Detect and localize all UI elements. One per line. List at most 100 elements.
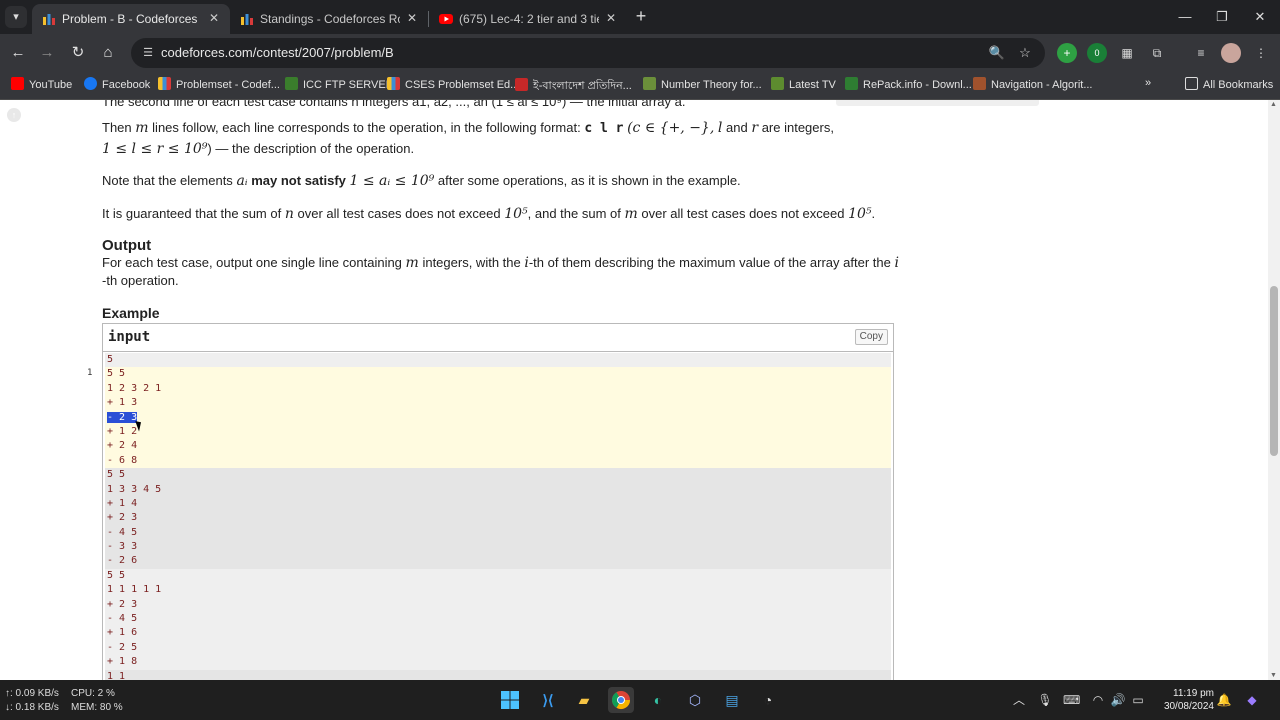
vscode-icon[interactable]: ⟩⟨ <box>535 687 561 713</box>
bookmark-icc-ftp[interactable]: ICC FTP SERVER <box>285 77 394 95</box>
copy-button[interactable]: Copy <box>854 329 888 345</box>
keyboard-icon[interactable]: ⌨ <box>1063 692 1080 708</box>
input-line[interactable]: 1 1 1 1 1 <box>105 583 891 598</box>
url-text[interactable]: codeforces.com/contest/2007/problem/B <box>161 45 394 60</box>
bookmark-cses[interactable]: CSES Problemset Ed... <box>387 77 519 95</box>
input-line[interactable]: - 6 8 <box>105 453 891 469</box>
codeforces-icon <box>241 14 253 25</box>
profile-avatar[interactable] <box>1221 43 1241 63</box>
input-line[interactable]: - 3 3 <box>105 540 891 555</box>
restore-icon[interactable]: ❐ <box>1213 8 1231 26</box>
input-line-selected[interactable]: - 2 3 <box>105 410 891 425</box>
input-line[interactable]: + 2 3 <box>105 511 891 526</box>
example-input-lines[interactable]: 5 5 5 1 2 3 2 1 + 1 3 - 2 3 + 1 2 + 2 4 … <box>105 353 891 680</box>
windows-start-icon[interactable] <box>497 687 523 713</box>
microphone-icon[interactable]: 🎙 <box>1037 692 1053 708</box>
system-clock[interactable]: 11:19 pm 30/08/2024 <box>1158 687 1214 713</box>
input-line[interactable]: + 1 4 <box>105 496 891 512</box>
scroll-up-arrow-icon[interactable]: ▲ <box>1270 101 1277 108</box>
bookmark-latest-tv[interactable]: Latest TV <box>771 77 836 95</box>
memory-usage: MEM: 80 % <box>71 702 123 713</box>
tv-icon <box>771 77 784 90</box>
net-upload-speed: ↑: 0.09 KB/s <box>5 688 59 699</box>
cpu-usage: CPU: 2 % <box>71 688 115 699</box>
bookmark-youtube[interactable]: YouTube <box>11 77 72 95</box>
clock-date: 30/08/2024 <box>1163 701 1214 712</box>
tab-standings[interactable]: Standings - Codeforces Round ✕ <box>230 4 428 34</box>
input-line[interactable]: 5 <box>105 353 891 368</box>
bookmark-number-theory[interactable]: Number Theory for... <box>643 77 762 95</box>
input-line[interactable]: - 4 5 <box>105 612 891 627</box>
codeforces-icon <box>43 14 55 25</box>
selected-text[interactable]: - 2 3 <box>107 411 138 423</box>
app-cube-icon[interactable]: ⬡ <box>682 687 708 713</box>
page-scrollbar[interactable]: ▲ ▼ <box>1268 100 1280 680</box>
back-icon[interactable]: ← <box>8 43 28 63</box>
chrome-menu-icon[interactable]: ⋮ <box>1251 43 1271 63</box>
test-case-index: 1 <box>87 368 93 378</box>
scrollbar-thumb[interactable] <box>1270 286 1278 456</box>
edge-icon[interactable]: ◐ <box>645 687 671 713</box>
tab-title: Standings - Codeforces Round <box>260 12 400 26</box>
close-window-icon[interactable]: ✕ <box>1251 8 1269 26</box>
copilot-icon[interactable]: ◆ <box>1244 692 1260 708</box>
input-line[interactable]: 5 5 <box>105 568 891 584</box>
new-tab-button[interactable]: + <box>631 7 651 27</box>
output-description: For each test case, output one single li… <box>102 255 899 288</box>
bookmark-facebook[interactable]: Facebook <box>84 77 150 95</box>
minimize-icon[interactable]: — <box>1176 8 1194 26</box>
show-hidden-icons-chevron-icon[interactable]: ︿ <box>1011 692 1027 708</box>
file-explorer-icon[interactable]: ▰ <box>571 687 597 713</box>
input-line[interactable]: + 2 4 <box>105 439 891 454</box>
input-line[interactable]: - 2 6 <box>105 554 891 569</box>
calculator-extension-icon[interactable]: ▦ <box>1117 43 1137 63</box>
input-line[interactable]: 1 2 3 2 1 <box>105 381 891 397</box>
input-line[interactable]: 5 5 <box>105 367 891 382</box>
home-icon[interactable]: ⌂ <box>98 43 118 63</box>
extensions-puzzle-icon[interactable]: ⧉ <box>1147 43 1167 63</box>
more-bookmarks-chevron-icon[interactable]: » <box>1145 77 1151 95</box>
input-line[interactable]: 1 1 <box>105 669 891 680</box>
zoom-icon[interactable]: 🔍 <box>988 44 1006 62</box>
bookmark-navigation[interactable]: Navigation - Algorit... <box>973 77 1093 95</box>
clock-time: 11:19 pm <box>1173 688 1214 699</box>
github-desktop-icon[interactable]: ◔ <box>755 687 781 713</box>
reload-icon[interactable]: ↻ <box>68 43 88 63</box>
notepad-icon[interactable]: ▤ <box>719 687 745 713</box>
scroll-to-top-icon[interactable]: ↑ <box>7 108 21 122</box>
chrome-icon[interactable] <box>608 687 634 713</box>
bookmark-e-bangladesh[interactable]: ই-বাংলাদেশ প্রতিদিন... <box>515 77 632 95</box>
notification-bell-icon[interactable]: 🔔 <box>1216 692 1232 708</box>
bookmark-repack[interactable]: RePack.info - Downl... <box>845 77 972 95</box>
input-line[interactable]: + 1 8 <box>105 655 891 670</box>
bookmark-star-icon[interactable]: ☆ <box>1016 44 1034 62</box>
close-tab-icon[interactable]: ✕ <box>603 10 619 26</box>
input-line[interactable]: - 2 5 <box>105 640 891 656</box>
wifi-icon[interactable]: ◠ <box>1090 692 1106 708</box>
tab-youtube-lecture[interactable]: (675) Lec-4: 2 tier and 3 tier Ar ✕ <box>429 4 627 34</box>
input-line[interactable]: - 4 5 <box>105 525 891 541</box>
tab-problem-b[interactable]: Problem - B - Codeforces ✕ <box>32 4 230 34</box>
all-bookmarks-folder[interactable]: All Bookmarks <box>1185 77 1273 95</box>
media-controls-icon[interactable]: ≡ <box>1191 43 1211 63</box>
volume-icon[interactable]: 🔊 <box>1110 692 1126 708</box>
input-line[interactable]: + 1 2 <box>105 424 891 440</box>
bookmark-problemset[interactable]: Problemset - Codef... <box>158 77 280 95</box>
battery-icon[interactable]: ▭ <box>1130 692 1146 708</box>
input-line[interactable]: 5 5 <box>105 468 891 483</box>
input-line[interactable]: + 1 3 <box>105 396 891 411</box>
forward-icon[interactable]: → <box>37 43 57 63</box>
address-bar[interactable]: ☰ codeforces.com/contest/2007/problem/B … <box>131 38 1045 68</box>
input-line[interactable]: 1 3 3 4 5 <box>105 482 891 497</box>
tab-search-button[interactable]: ▾ <box>5 6 27 28</box>
extension-badge-icon[interactable]: 0 <box>1087 43 1107 63</box>
scroll-down-arrow-icon[interactable]: ▼ <box>1270 672 1277 679</box>
site-info-icon[interactable]: ☰ <box>140 45 156 61</box>
close-tab-icon[interactable]: ✕ <box>206 10 222 26</box>
input-line[interactable]: + 2 3 <box>105 597 891 613</box>
floating-sidebar-edge <box>836 100 1039 106</box>
input-line[interactable]: + 1 6 <box>105 626 891 641</box>
close-tab-icon[interactable]: ✕ <box>404 10 420 26</box>
extension-plus-icon[interactable]: + <box>1057 43 1077 63</box>
facebook-icon <box>84 77 97 90</box>
